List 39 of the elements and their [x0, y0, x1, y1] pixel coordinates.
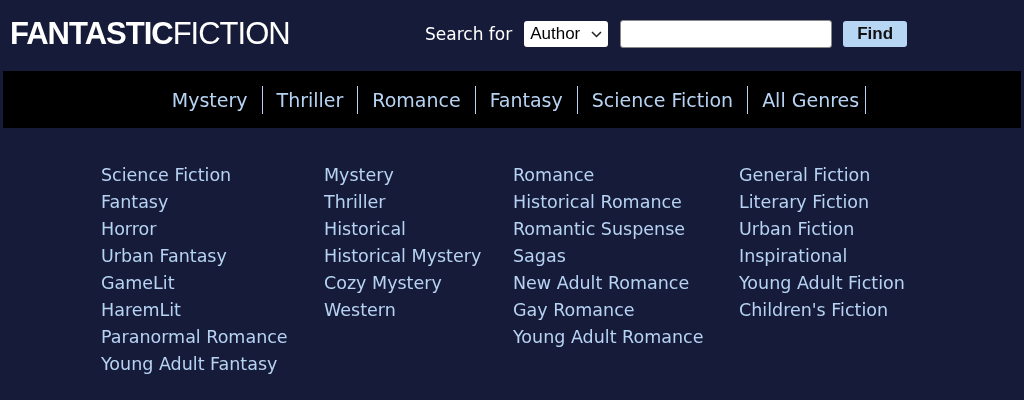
genre-link[interactable]: General Fiction: [739, 162, 905, 189]
genre-link[interactable]: Young Adult Fantasy: [101, 351, 324, 378]
nav-link[interactable]: Fantasy: [475, 88, 577, 111]
find-button[interactable]: Find: [843, 21, 908, 47]
genre-link[interactable]: Historical Mystery: [324, 243, 513, 270]
genre-link[interactable]: Literary Fiction: [739, 189, 905, 216]
genre-link[interactable]: Horror: [101, 216, 324, 243]
genre-link[interactable]: Inspirational: [739, 243, 905, 270]
genre-link[interactable]: Gay Romance: [513, 297, 739, 324]
genre-link[interactable]: Thriller: [324, 189, 513, 216]
genre-link[interactable]: Western: [324, 297, 513, 324]
genre-link[interactable]: Paranormal Romance: [101, 324, 324, 351]
site-logo[interactable]: FANTASTICFICTION: [10, 16, 425, 52]
genre-link[interactable]: Fantasy: [101, 189, 324, 216]
search-label: Search for: [425, 24, 513, 44]
nav-link[interactable]: Thriller: [262, 88, 358, 111]
nav-link[interactable]: Mystery: [157, 88, 262, 111]
genre-link[interactable]: Children's Fiction: [739, 297, 905, 324]
genre-link[interactable]: Urban Fiction: [739, 216, 905, 243]
genre-link[interactable]: Historical: [324, 216, 513, 243]
nav-link[interactable]: Science Fiction: [577, 88, 748, 111]
genre-link[interactable]: Young Adult Romance: [513, 324, 739, 351]
genre-link[interactable]: GameLit: [101, 270, 324, 297]
genre-link[interactable]: New Adult Romance: [513, 270, 739, 297]
genre-link[interactable]: Young Adult Fiction: [739, 270, 905, 297]
chevron-icon: [591, 30, 603, 38]
genre-link[interactable]: Science Fiction: [101, 162, 324, 189]
genre-link[interactable]: Romance: [513, 162, 739, 189]
genre-link[interactable]: Sagas: [513, 243, 739, 270]
genre-link[interactable]: Historical Romance: [513, 189, 739, 216]
genre-link[interactable]: Cozy Mystery: [324, 270, 513, 297]
genre-link[interactable]: Mystery: [324, 162, 513, 189]
genre-link[interactable]: HaremLit: [101, 297, 324, 324]
genre-link[interactable]: Urban Fantasy: [101, 243, 324, 270]
genre-link[interactable]: Romantic Suspense: [513, 216, 739, 243]
search-type-dropdown[interactable]: Author: [524, 21, 609, 47]
nav-link[interactable]: All Genres: [748, 88, 874, 111]
search-field[interactable]: [620, 20, 833, 48]
nav-link[interactable]: Romance: [358, 88, 475, 111]
